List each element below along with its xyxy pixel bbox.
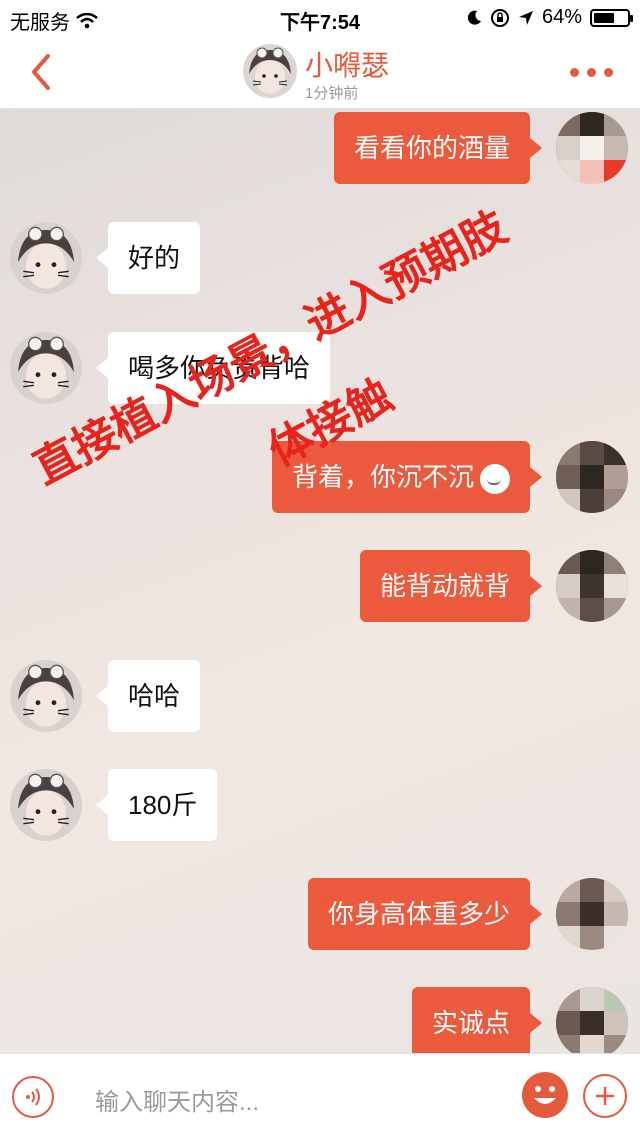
more-dots-icon[interactable] xyxy=(570,60,620,84)
emoji-icon[interactable] xyxy=(522,1072,568,1118)
contact-avatar[interactable] xyxy=(243,44,297,98)
message-bubble-outgoing[interactable]: 你身高体重多少 xyxy=(307,878,543,950)
status-bar: 无服务 下午7:54 64% xyxy=(0,0,640,36)
message-text: 背着，你沉不沉 xyxy=(291,462,474,492)
message-bubble-outgoing[interactable]: 实诚点 xyxy=(411,987,543,1059)
message-text: 实诚点 xyxy=(431,1008,510,1038)
plus-icon[interactable] xyxy=(583,1074,627,1118)
rotation-lock-icon xyxy=(490,8,509,27)
battery-icon xyxy=(590,8,633,27)
message-text: 看看你的酒量 xyxy=(353,133,510,163)
battery-percent: 64% xyxy=(541,6,582,28)
user-avatar[interactable] xyxy=(556,878,628,950)
user-avatar[interactable] xyxy=(556,987,628,1059)
message-text: 能背动就背 xyxy=(379,571,510,601)
message-text: 180斤 xyxy=(128,790,198,820)
contact-avatar[interactable] xyxy=(10,769,82,841)
message-text: 你身高体重多少 xyxy=(327,899,510,929)
chevron-left-icon[interactable] xyxy=(22,50,62,94)
contact-avatar[interactable] xyxy=(10,660,82,732)
smile-emoji xyxy=(480,464,510,495)
message-bubble-incoming[interactable]: 好的 xyxy=(95,222,201,294)
voice-icon[interactable] xyxy=(12,1076,54,1118)
last-active-label: 1分钟前 xyxy=(305,85,359,102)
message-bubble-incoming[interactable]: 180斤 xyxy=(95,769,218,841)
message-bubble-incoming[interactable]: 哈哈 xyxy=(95,660,201,732)
input-bar: 输入聊天内容... xyxy=(0,1053,640,1139)
location-icon xyxy=(518,10,533,25)
message-text: 哈哈 xyxy=(128,681,181,711)
user-avatar[interactable] xyxy=(556,550,628,622)
message-bubble-outgoing[interactable]: 能背动就背 xyxy=(359,550,543,622)
moon-icon xyxy=(467,10,481,25)
message-text: 好的 xyxy=(128,243,181,273)
contact-avatar[interactable] xyxy=(10,332,82,404)
message-bubble-outgoing[interactable]: 看看你的酒量 xyxy=(333,112,543,184)
user-avatar[interactable] xyxy=(556,441,628,513)
chat-header: 小嘚瑟 1分钟前 xyxy=(0,36,640,109)
contact-name: 小嘚瑟 xyxy=(305,50,390,81)
chat-input[interactable]: 输入聊天内容... xyxy=(95,1082,259,1117)
contact-avatar[interactable] xyxy=(10,222,82,294)
user-avatar[interactable] xyxy=(556,112,628,184)
